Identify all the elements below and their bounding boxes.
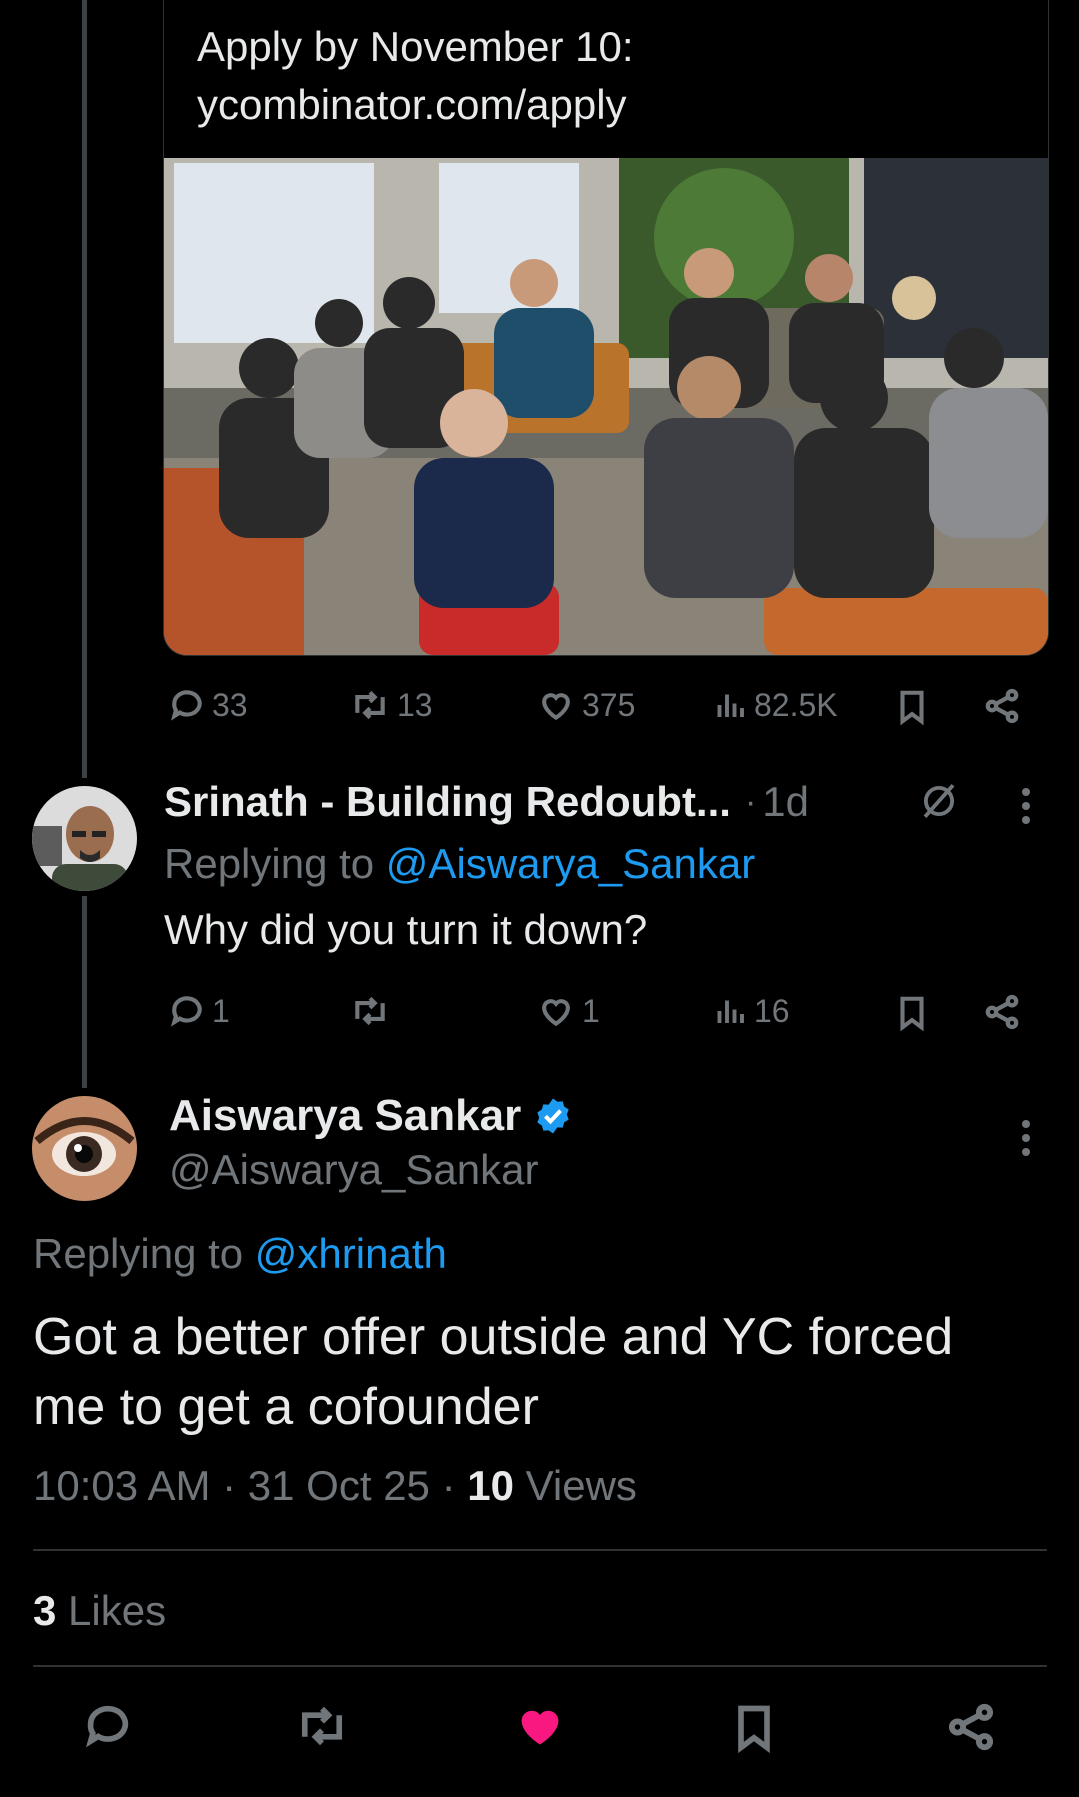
bookmark-icon bbox=[738, 1705, 770, 1754]
heart-icon bbox=[542, 999, 570, 1027]
main-repost-button[interactable] bbox=[294, 1700, 350, 1752]
reply1-views-button[interactable]: 16 bbox=[712, 992, 790, 1030]
reply1-text: Why did you turn it down? bbox=[164, 906, 648, 953]
main-replying-handle[interactable]: @xhrinath bbox=[255, 1230, 447, 1277]
reply1-share-button[interactable] bbox=[982, 992, 1022, 1032]
reply1-more-icon[interactable] bbox=[1018, 786, 1034, 831]
quoted-like-button[interactable]: 375 bbox=[536, 686, 635, 724]
main-views-count: 10 bbox=[467, 1462, 514, 1509]
reply1-timestamp[interactable]: 1d bbox=[762, 778, 809, 826]
main-author: Aiswarya Sankar bbox=[169, 1088, 573, 1144]
verified-badge-icon bbox=[537, 1098, 569, 1134]
reply-icon bbox=[170, 996, 202, 1027]
grok-icon[interactable] bbox=[918, 780, 960, 827]
main-share-button[interactable] bbox=[944, 1700, 998, 1754]
reply1-replying-handle[interactable]: @Aiswarya_Sankar bbox=[386, 840, 755, 887]
quoted-tweet-photo[interactable] bbox=[164, 158, 1048, 655]
quoted-reply-button[interactable]: 33 bbox=[168, 686, 248, 724]
quoted-bookmark-button[interactable] bbox=[893, 686, 931, 728]
main-likes-summary[interactable]: 3 Likes bbox=[33, 1583, 166, 1639]
views-icon bbox=[717, 1000, 744, 1023]
reply1-header: Srinath - Building Redoubt... · 1d bbox=[164, 774, 809, 830]
bookmark-icon bbox=[900, 996, 924, 1032]
main-author-name[interactable]: Aiswarya Sankar bbox=[169, 1091, 521, 1141]
repost-icon bbox=[355, 690, 385, 720]
main-more-icon[interactable] bbox=[1018, 1118, 1034, 1163]
main-reply-button[interactable] bbox=[82, 1700, 134, 1752]
avatar-aiswarya[interactable] bbox=[32, 1096, 137, 1201]
thread-line-middle bbox=[82, 896, 87, 1088]
quoted-tweet-card[interactable]: Apply by November 10: ycombinator.com/ap… bbox=[163, 0, 1049, 656]
main-tweet-meta: 10:03 AM · 31 Oct 25 · 10 Views bbox=[33, 1462, 637, 1509]
reply-icon bbox=[86, 1705, 129, 1748]
share-icon bbox=[985, 994, 1019, 1030]
main-replying-to: Replying to @xhrinath bbox=[33, 1230, 447, 1277]
main-like-button[interactable] bbox=[513, 1700, 567, 1752]
divider-top bbox=[33, 1549, 1047, 1551]
share-icon bbox=[948, 1703, 994, 1751]
main-tweet-time[interactable]: 10:03 AM bbox=[33, 1462, 210, 1509]
thread-line-top bbox=[82, 0, 87, 778]
heart-filled-icon bbox=[521, 1710, 559, 1745]
reply1-replying-to: Replying to @Aiswarya_Sankar bbox=[164, 840, 756, 887]
reply1-like-button[interactable]: 1 bbox=[536, 992, 600, 1030]
reply1-repost-button[interactable] bbox=[349, 992, 397, 1030]
reply1-author-name[interactable]: Srinath - Building Redoubt... bbox=[164, 778, 731, 826]
quoted-repost-button[interactable]: 13 bbox=[349, 686, 433, 724]
quoted-views-button[interactable]: 82.5K bbox=[712, 686, 838, 724]
quoted-tweet-text: Apply by November 10: ycombinator.com/ap… bbox=[197, 23, 634, 128]
main-tweet-text: Got a better offer outside and YC forced… bbox=[33, 1308, 954, 1436]
main-author-handle[interactable]: @Aiswarya_Sankar bbox=[169, 1144, 538, 1196]
main-tweet-date[interactable]: 31 Oct 25 bbox=[248, 1462, 430, 1509]
reply1-separator: · bbox=[744, 782, 757, 821]
reply1-reply-button[interactable]: 1 bbox=[168, 992, 230, 1030]
reply-icon bbox=[170, 690, 202, 721]
repost-icon bbox=[355, 996, 385, 1026]
main-bookmark-button[interactable] bbox=[728, 1700, 780, 1756]
heart-icon bbox=[542, 693, 570, 721]
avatar-srinath[interactable] bbox=[32, 786, 137, 891]
main-views-label: Views bbox=[525, 1462, 637, 1509]
reply1-bookmark-button[interactable] bbox=[893, 992, 931, 1034]
quoted-share-button[interactable] bbox=[982, 686, 1022, 726]
views-icon bbox=[717, 694, 744, 717]
repost-icon bbox=[301, 1706, 343, 1746]
bookmark-icon bbox=[900, 690, 924, 726]
divider-bottom bbox=[33, 1665, 1047, 1667]
share-icon bbox=[985, 688, 1019, 724]
